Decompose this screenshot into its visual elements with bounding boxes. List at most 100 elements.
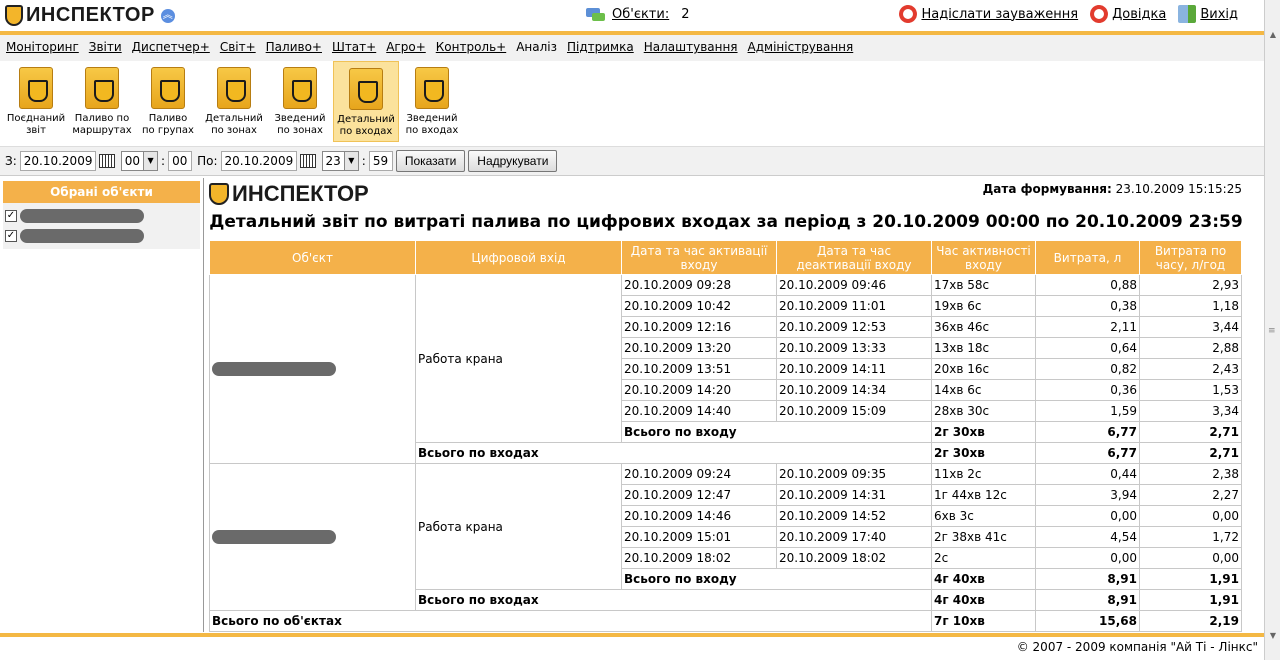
scroll-thumb[interactable]: ≡ [1268,326,1278,336]
report-book-icon [415,67,449,109]
tile-label-line: Зведений [274,113,326,124]
table-cell: 0,88 [1035,274,1140,296]
table-cell: 0,00 [1035,547,1140,569]
from-hour-value: 00 [124,154,141,168]
menu-item[interactable]: Підтримка [567,40,634,54]
table-cell: 2г 38хв 41с [931,526,1036,548]
exit-link[interactable]: Вихід [1178,5,1238,23]
from-minute-input[interactable]: 00 [168,151,193,171]
vertical-scrollbar[interactable]: ▲ ≡ ▼ [1264,0,1280,660]
report-tile[interactable]: Паливо по маршрутах [69,61,135,142]
object-cell [209,463,416,611]
tile-label-line: по групах [142,125,194,136]
report-tile[interactable]: Детальний по входах [333,61,399,142]
report-tile[interactable]: Детальний по зонах [201,61,267,142]
report-book-icon [151,67,185,109]
report-tile[interactable]: Паливо по групах [135,61,201,142]
selected-objects-panel: Обрані об'єкти ✓ ✓ [0,178,204,632]
total-fuel: 8,91 [1035,589,1140,611]
table-cell: 20.10.2009 10:42 [621,295,777,317]
total-time: 2г 30хв [931,442,1036,464]
menu-item[interactable]: Контроль+ [436,40,506,54]
to-minute-input[interactable]: 59 [368,151,393,171]
total-rate: 2,71 [1139,421,1242,443]
total-label: Всього по входу [621,568,932,590]
to-hour-select[interactable]: 23 ▼ [321,151,359,171]
menu-item[interactable]: Налаштування [644,40,738,54]
report-book-icon [283,67,317,109]
menu-item[interactable]: Агро+ [386,40,426,54]
generation-date-label: Дата формування: [982,182,1112,196]
table-cell: 20.10.2009 18:02 [621,547,777,569]
object-checkbox[interactable]: ✓ [5,230,17,242]
column-header: Час активності входу [931,240,1036,275]
menu-item[interactable]: Штат+ [332,40,376,54]
to-date-input[interactable]: 20.10.2009 [220,151,297,171]
redacted-object-name [20,209,144,223]
table-cell: 1,53 [1139,379,1242,401]
menu-item[interactable]: Світ+ [220,40,256,54]
table-cell: 20.10.2009 15:09 [776,400,932,422]
table-cell: 6хв 3с [931,505,1036,527]
table-cell: 3,34 [1139,400,1242,422]
report-tile-label: Зведений по входах [397,113,467,137]
cars-icon [584,6,606,22]
menu-item[interactable]: Паливо+ [266,40,322,54]
copyright: © 2007 - 2009 компанія "Ай Ті - Лінкс" [1016,640,1258,654]
total-fuel: 6,77 [1035,421,1140,443]
app-logo[interactable]: ИНСПЕКТОР ︽ [5,4,175,27]
menu-item[interactable]: Моніторинг [6,40,79,54]
object-cell [209,274,416,464]
dropdown-arrow-icon[interactable]: ▼ [343,152,358,170]
table-cell: 17хв 58с [931,274,1036,296]
calendar-icon[interactable] [98,154,115,168]
object-checkbox[interactable]: ✓ [5,210,17,222]
report-book-icon [85,67,119,109]
report-tile[interactable]: Зведений по входах [399,61,465,142]
tile-label-line: Детальний [205,113,263,124]
report-tile[interactable]: Поєднаний звіт [3,61,69,142]
column-header: Дата та час деактивації входу [776,240,932,275]
table-cell: 2,27 [1139,484,1242,506]
objects-label[interactable]: Об'єкти: [612,7,669,22]
dropdown-arrow-icon[interactable]: ▼ [143,152,158,170]
table-cell: 0,38 [1035,295,1140,317]
from-hour-select[interactable]: 00 ▼ [120,151,159,171]
list-item[interactable]: ✓ [5,206,198,226]
show-button[interactable]: Показати [395,150,466,172]
menu-item[interactable]: Адміністрування [748,40,854,54]
table-row: Работа крана 20.10.2009 09:28 20.10.2009 0… [209,274,1242,464]
menu-item[interactable]: Аналіз [516,40,557,54]
help-link[interactable]: Довідка [1089,4,1166,24]
scroll-down-icon[interactable]: ▼ [1267,631,1279,640]
table-cell: 20.10.2009 12:16 [621,316,777,338]
feedback-link[interactable]: Надіслати зауваження [898,4,1078,24]
table-cell: 0,64 [1035,337,1140,359]
report-tile[interactable]: Зведений по зонах [267,61,333,142]
table-cell: 20.10.2009 14:31 [776,484,932,506]
grand-total-rate: 2,19 [1139,610,1242,632]
print-button[interactable]: Надрукувати [468,150,558,172]
report-tile-label: Детальний по зонах [199,113,269,137]
list-item[interactable]: ✓ [5,226,198,246]
menu-item[interactable]: Диспетчер+ [132,40,210,54]
table-cell: 14хв 6с [931,379,1036,401]
table-cell: 20.10.2009 13:51 [621,358,777,380]
selected-objects-title: Обрані об'єкти [3,181,200,203]
calendar-icon[interactable] [299,154,316,168]
scroll-up-icon[interactable]: ▲ [1267,30,1279,39]
input-name-cell: Работа крана [415,463,622,590]
from-date-input[interactable]: 20.10.2009 [19,151,96,171]
table-cell: 2,43 [1139,358,1242,380]
table-cell: 19хв 6с [931,295,1036,317]
main-menu: Моніторинг Звіти Диспетчер+ Світ+ Паливо+ Шта… [0,35,1264,54]
tile-label-line: звіт [26,125,46,136]
menu-item[interactable]: Звіти [89,40,122,54]
objects-counter[interactable]: Об'єкти: 2 [584,6,690,22]
table-cell: 20.10.2009 14:40 [621,400,777,422]
table-cell: 0,00 [1139,547,1242,569]
collapse-icon[interactable]: ︽ [160,8,175,23]
exit-door-icon [1178,5,1197,23]
table-cell: 0,00 [1035,505,1140,527]
total-time: 4г 40хв [931,568,1036,590]
